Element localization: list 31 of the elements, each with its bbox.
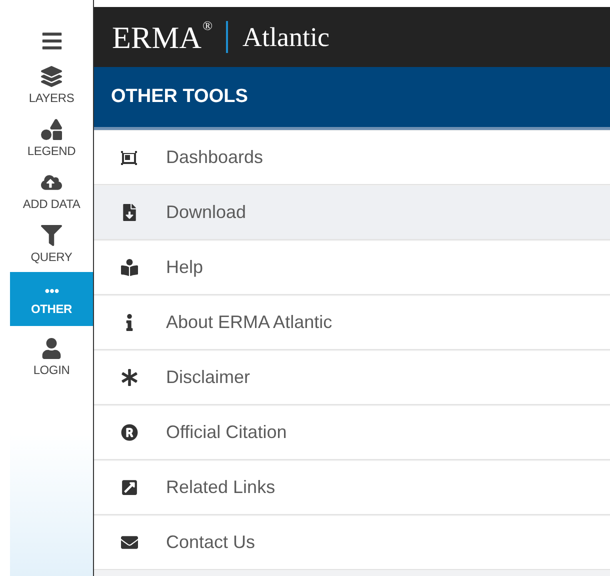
menu-button[interactable] — [40, 30, 62, 52]
asterisk-icon — [120, 369, 138, 386]
sidebar-item[interactable]: ADD DATA — [10, 166, 93, 219]
logo-text: ERMA$^{®}$ — [112, 18, 212, 56]
file-download-icon — [120, 204, 138, 221]
sidebar-item[interactable]: LOGIN — [10, 332, 93, 385]
menu-item[interactable]: Disclaimer — [94, 350, 610, 405]
sidebar-item[interactable]: QUERY — [10, 219, 93, 272]
layers-icon — [41, 66, 62, 87]
sidebar-item[interactable]: LAYERS — [10, 60, 93, 113]
shapes-icon — [41, 119, 62, 140]
registered-icon — [120, 424, 138, 441]
menu-item[interactable]: Related Links — [94, 460, 610, 515]
menu-item[interactable]: About ERMA Atlantic — [94, 295, 610, 350]
filter-icon — [41, 225, 62, 246]
menu-item[interactable]: Official Citation — [94, 405, 610, 460]
logo-divider — [226, 21, 228, 53]
region-title: Atlantic — [242, 22, 330, 52]
dashboard-icon — [120, 150, 138, 166]
external-link-icon — [120, 479, 138, 496]
menu-item[interactable]: Dashboards — [94, 130, 610, 185]
envelope-icon — [120, 534, 138, 551]
user-icon — [41, 338, 62, 359]
sidebar-item[interactable]: LEGEND — [10, 113, 93, 166]
panel-title: OTHER TOOLS — [111, 86, 248, 108]
menu-item[interactable]: Download — [94, 185, 610, 240]
cloud-upload-icon — [41, 172, 62, 193]
book-reader-icon — [120, 259, 138, 276]
menu-icon — [40, 30, 62, 52]
menu-item[interactable]: Help — [94, 240, 610, 295]
menu-item[interactable]: Contact Us — [94, 515, 610, 570]
